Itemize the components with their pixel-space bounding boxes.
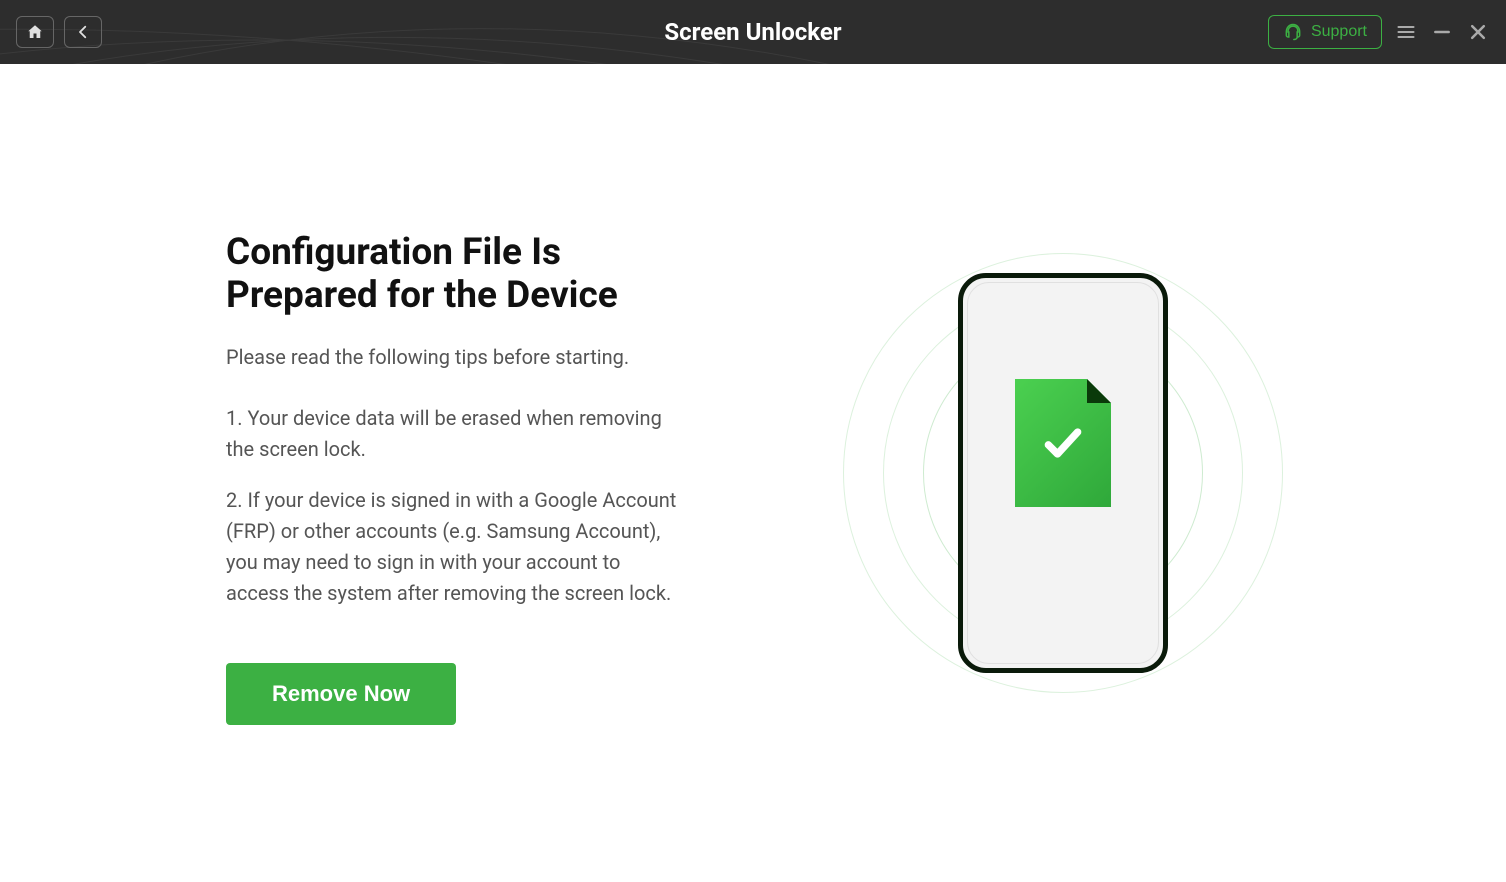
- support-button[interactable]: Support: [1268, 15, 1382, 49]
- back-button[interactable]: [64, 16, 102, 48]
- tip-2: 2. If your device is signed in with a Go…: [226, 485, 680, 609]
- support-label: Support: [1311, 23, 1367, 41]
- nav-buttons: [16, 16, 102, 48]
- remove-now-button[interactable]: Remove Now: [226, 663, 456, 725]
- hamburger-icon: [1396, 22, 1416, 42]
- titlebar: Screen Unlocker Support: [0, 0, 1506, 64]
- chevron-left-icon: [74, 23, 92, 41]
- menu-button[interactable]: [1394, 20, 1418, 44]
- page-heading: Configuration File Is Prepared for the D…: [226, 232, 680, 317]
- home-icon: [26, 23, 44, 41]
- headset-icon: [1283, 22, 1303, 42]
- minimize-icon: [1432, 22, 1452, 42]
- content-right: [680, 64, 1446, 882]
- titlebar-right: Support: [1268, 15, 1490, 49]
- device-illustration: [843, 253, 1283, 693]
- close-icon: [1468, 22, 1488, 42]
- checkmark-icon: [1041, 421, 1085, 465]
- tip-1: 1. Your device data will be erased when …: [226, 403, 680, 465]
- main-content: Configuration File Is Prepared for the D…: [0, 64, 1506, 882]
- home-button[interactable]: [16, 16, 54, 48]
- phone-icon: [958, 273, 1168, 673]
- page-subtitle: Please read the following tips before st…: [226, 345, 680, 369]
- minimize-button[interactable]: [1430, 20, 1454, 44]
- app-title: Screen Unlocker: [664, 18, 841, 46]
- document-fold: [1087, 379, 1111, 403]
- content-left: Configuration File Is Prepared for the D…: [60, 64, 680, 882]
- close-button[interactable]: [1466, 20, 1490, 44]
- document-icon: [1015, 379, 1111, 507]
